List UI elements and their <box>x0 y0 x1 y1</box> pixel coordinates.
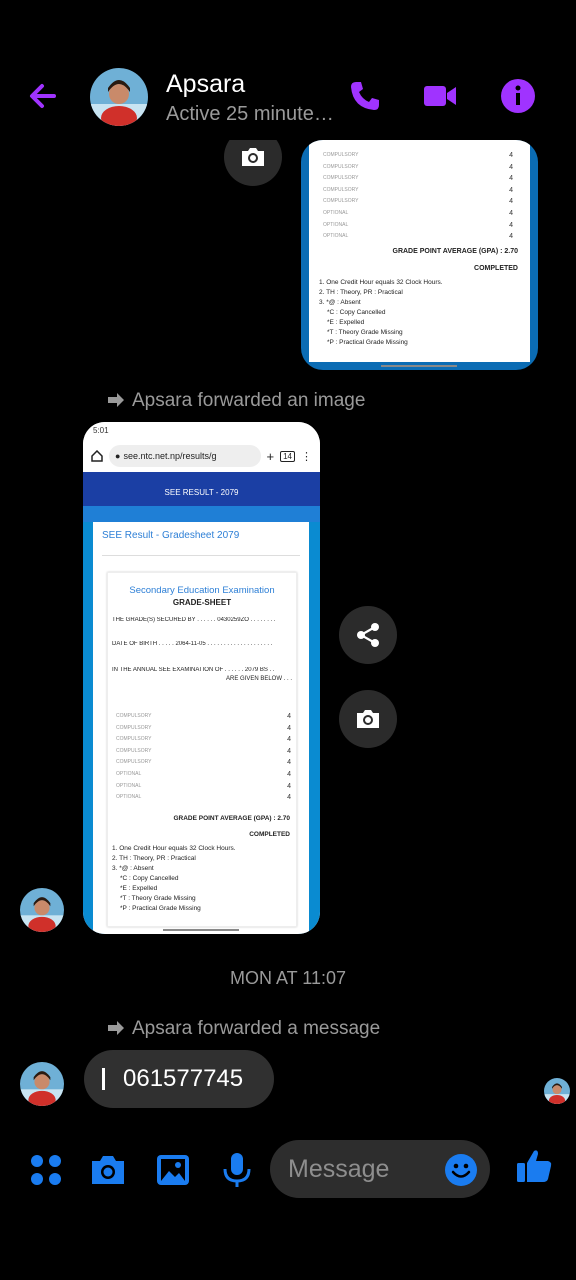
camera-icon <box>357 710 379 728</box>
message-input[interactable] <box>288 1154 438 1184</box>
grades-table: COMPULSORY 4 COMPULSORY 4 COMPULSORY 4 COMP… <box>116 713 291 802</box>
see-banner: SEE RESULT - 2079 <box>83 472 320 506</box>
forwarded-image-label: Apsara forwarded an image <box>106 390 365 412</box>
contact-name[interactable]: Apsara <box>166 70 245 99</box>
contact-avatar[interactable] <box>90 68 148 126</box>
info-icon[interactable] <box>500 78 536 114</box>
message-input-container[interactable] <box>270 1140 490 1198</box>
share-icon <box>357 623 379 647</box>
mic-icon[interactable] <box>217 1150 257 1190</box>
forward-arrow-icon <box>108 1021 124 1035</box>
video-icon[interactable] <box>422 78 458 114</box>
message-composer <box>0 1130 576 1210</box>
home-icon <box>91 450 103 462</box>
grading-notes: 1. One Credit Hour equals 32 Clock Hours… <box>112 845 236 912</box>
sender-avatar[interactable] <box>20 1062 64 1106</box>
menu-grid-icon[interactable] <box>26 1150 66 1190</box>
message-text: 061577745 <box>123 1065 244 1092</box>
site-nav <box>83 506 320 522</box>
camera-icon[interactable] <box>88 1150 128 1190</box>
save-image-button-2[interactable] <box>339 690 397 748</box>
thumbs-up-icon[interactable] <box>514 1146 554 1186</box>
phone-icon[interactable] <box>347 78 383 114</box>
browser-address-bar: ● see.ntc.net.np/results/g + 14 ⋮ <box>83 440 320 472</box>
sender-avatar[interactable] <box>20 888 64 932</box>
forwarded-message-label: Apsara forwarded a message <box>106 1018 380 1040</box>
shared-image-gradesheet-1[interactable]: COMPULSORY 4 COMPULSORY 4 COMPULSORY 4 COMP… <box>301 140 538 370</box>
active-status: Active 25 minutes ago <box>166 103 336 125</box>
message-bubble[interactable]: 061577745 <box>84 1050 274 1108</box>
message-timestamp: MON AT 11:07 <box>229 968 347 988</box>
share-image-button[interactable] <box>339 606 397 664</box>
conversation-header: Apsara Active 25 minutes ago <box>0 0 576 140</box>
emoji-icon[interactable] <box>444 1153 478 1187</box>
seen-receipt-avatar <box>544 1078 570 1104</box>
camera-icon <box>242 148 264 166</box>
gallery-icon[interactable] <box>153 1150 193 1190</box>
forward-arrow-icon <box>108 393 124 407</box>
back-arrow-icon[interactable] <box>24 76 64 116</box>
quote-bar <box>102 1068 105 1090</box>
phone-status-bar: 5:01 <box>83 422 320 440</box>
shared-image-gradesheet-2[interactable]: 5:01 ● see.ntc.net.np/results/g + 14 ⋮ SE… <box>83 422 320 934</box>
